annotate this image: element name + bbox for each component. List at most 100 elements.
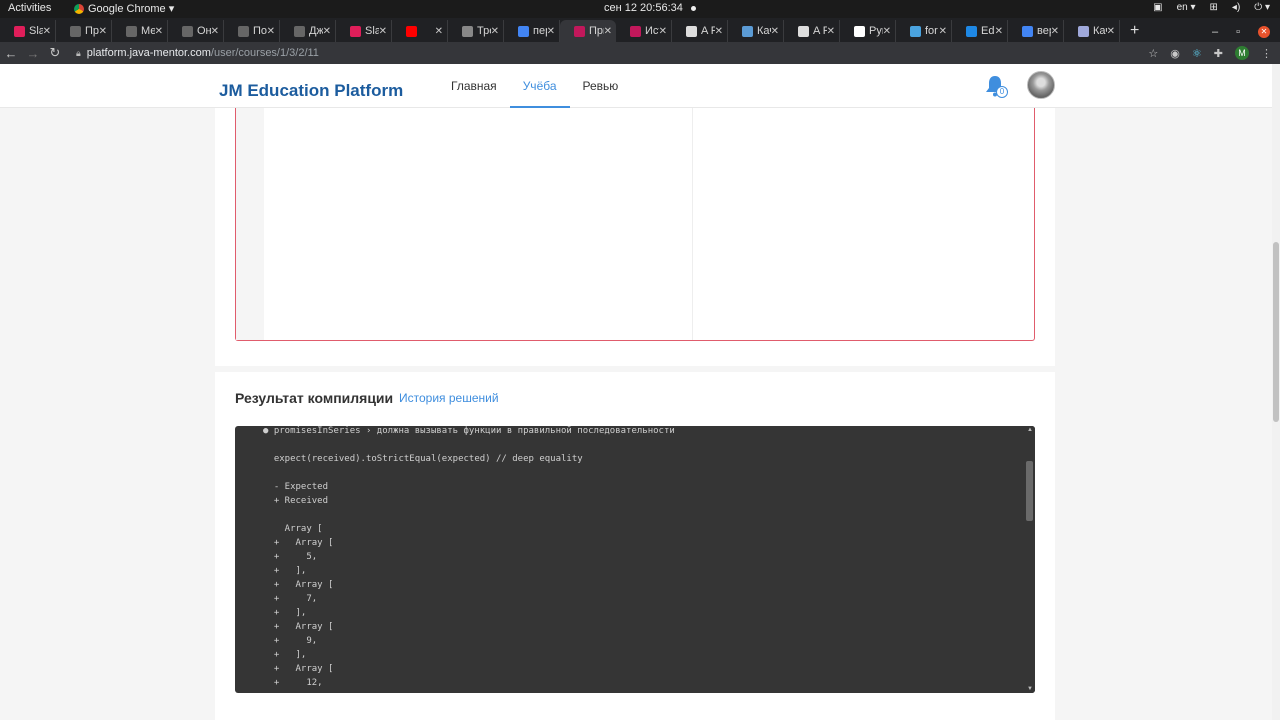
tab-favicon-icon <box>350 25 361 37</box>
tab-close-icon[interactable]: ✕ <box>1051 26 1059 37</box>
nav-item[interactable]: Главная <box>438 64 510 108</box>
browser-tab[interactable]: Edi✕ <box>952 20 1008 42</box>
back-button[interactable]: ← <box>0 46 22 61</box>
menu-kebab-icon[interactable]: ⋮ <box>1261 47 1272 60</box>
page-scrollbar-thumb[interactable] <box>1273 242 1279 422</box>
tab-close-icon[interactable]: ✕ <box>1107 26 1115 37</box>
browser-tab[interactable]: пер✕ <box>504 20 560 42</box>
console-scrollbar-thumb[interactable] <box>1026 461 1033 521</box>
browser-tab[interactable]: Кач✕ <box>728 20 784 42</box>
compile-output-console[interactable]: ● promisesInSeries › должна вызывать фун… <box>235 426 1035 693</box>
browser-tab[interactable]: Дж ✕ <box>280 20 336 42</box>
page-scrollbar[interactable] <box>1272 64 1280 720</box>
tab-close-icon[interactable]: ✕ <box>155 26 163 37</box>
compile-result-title: Результат компиляции <box>235 390 394 406</box>
tab-close-icon[interactable]: ✕ <box>827 26 835 37</box>
language-indicator[interactable]: en ▾ <box>1177 2 1196 13</box>
solution-history-link[interactable]: История решений <box>399 391 499 405</box>
close-window-button[interactable]: ✕ <box>1258 26 1270 38</box>
browser-tab[interactable]: A F ✕ <box>784 20 840 42</box>
nav-item[interactable]: Учёба <box>509 64 570 108</box>
clock-text: сен 12 20:56:34 <box>604 2 683 14</box>
tab-close-icon[interactable]: ✕ <box>547 26 555 37</box>
browser-tab[interactable]: Рук✕ <box>840 20 896 42</box>
notification-tray-icon[interactable]: ▣ <box>1153 2 1162 13</box>
tab-title: Рук <box>869 25 883 37</box>
tab-close-icon[interactable]: ✕ <box>771 26 779 37</box>
tab-close-icon[interactable]: ✕ <box>435 26 443 37</box>
scroll-down-arrow-icon[interactable]: ▼ <box>1027 686 1033 692</box>
profile-avatar[interactable]: M <box>1235 46 1249 60</box>
tab-close-icon[interactable]: ✕ <box>604 26 612 37</box>
reload-button[interactable]: ↻ <box>44 45 66 61</box>
browser-tab[interactable]: Тре✕ <box>448 20 504 42</box>
browser-tab[interactable]: ✕ <box>392 20 448 42</box>
tab-favicon-icon <box>14 25 25 37</box>
browser-tab[interactable]: A F ✕ <box>672 20 728 42</box>
tab-title: for <box>925 25 938 37</box>
tab-close-icon[interactable]: ✕ <box>995 26 1003 37</box>
tab-close-icon[interactable]: ✕ <box>379 26 387 37</box>
site-logo[interactable]: JM Education Platform <box>219 81 403 101</box>
browser-tab[interactable]: Sla ✕ <box>0 20 56 42</box>
star-icon[interactable]: ☆ <box>1148 47 1158 60</box>
tab-favicon-icon <box>462 25 473 37</box>
maximize-button[interactable]: ▫ <box>1236 26 1240 38</box>
tab-close-icon[interactable]: ✕ <box>323 26 331 37</box>
tab-close-icon[interactable]: ✕ <box>267 26 275 37</box>
clock[interactable]: сен 12 20:56:34 <box>604 2 696 14</box>
react-devtools-icon[interactable]: ⚛ <box>1192 47 1202 60</box>
browser-tab[interactable]: Кач✕ <box>1064 20 1120 42</box>
browser-tab[interactable]: При✕ <box>560 20 616 42</box>
browser-tab[interactable]: for ✕ <box>896 20 952 42</box>
minimize-button[interactable]: – <box>1212 26 1218 38</box>
nav-item[interactable]: Ревью <box>570 64 632 108</box>
tab-favicon-icon <box>574 25 585 37</box>
browser-tab[interactable]: Sla ✕ <box>336 20 392 42</box>
console-line: + Array [ <box>263 538 334 548</box>
console-scrollbar[interactable]: ▲ ▼ <box>1025 426 1035 693</box>
app-menu[interactable]: Google Chrome ▾ <box>74 2 174 15</box>
new-tab-button[interactable]: + <box>1130 22 1139 40</box>
browser-tab[interactable]: При✕ <box>56 20 112 42</box>
browser-tab[interactable]: вер✕ <box>1008 20 1064 42</box>
console-line: - Expected <box>263 482 329 492</box>
tab-close-icon[interactable]: ✕ <box>99 26 107 37</box>
console-line: + 9, <box>263 636 318 646</box>
notifications-button[interactable]: 0 <box>985 75 1009 99</box>
browser-tab[interactable]: Ист✕ <box>616 20 672 42</box>
extensions-puzzle-icon[interactable]: ✚ <box>1214 47 1223 60</box>
forward-button[interactable]: → <box>22 46 44 61</box>
tab-close-icon[interactable]: ✕ <box>211 26 219 37</box>
volume-icon[interactable]: ◂) <box>1232 2 1240 13</box>
tab-favicon-icon <box>406 25 417 37</box>
lock-icon[interactable]: 🔒︎ <box>76 48 81 59</box>
browser-toolbar: ← → ↻ 🔒︎ platform.java-mentor.com/user/c… <box>0 42 1280 64</box>
browser-tab[interactable]: По ✕ <box>224 20 280 42</box>
tab-close-icon[interactable]: ✕ <box>883 26 891 37</box>
tab-close-icon[interactable]: ✕ <box>715 26 723 37</box>
tab-title: Sla <box>29 25 43 37</box>
tab-title: A F <box>813 25 827 37</box>
user-avatar[interactable] <box>1027 71 1055 99</box>
tab-close-icon[interactable]: ✕ <box>491 26 499 37</box>
tab-favicon-icon <box>1078 25 1089 37</box>
scroll-up-arrow-icon[interactable]: ▲ <box>1027 427 1033 433</box>
system-tray[interactable]: ▣ en ▾ ⊞ ◂) ⏻ ▾ <box>1153 2 1270 13</box>
console-line: + ], <box>263 608 307 618</box>
activities-button[interactable]: Activities <box>8 2 51 14</box>
browser-tab[interactable]: Он ✕ <box>168 20 224 42</box>
console-line: + 5, <box>263 552 318 562</box>
address-bar[interactable]: 🔒︎ platform.java-mentor.com/user/courses… <box>76 43 1148 63</box>
editor-gutter <box>236 108 264 340</box>
extension-icon[interactable]: ◉ <box>1170 47 1180 60</box>
power-icon[interactable]: ⏻ ▾ <box>1254 2 1270 13</box>
tab-close-icon[interactable]: ✕ <box>939 26 947 37</box>
tab-close-icon[interactable]: ✕ <box>659 26 667 37</box>
network-icon[interactable]: ⊞ <box>1210 2 1218 13</box>
browser-tab[interactable]: Ме ✕ <box>112 20 168 42</box>
tab-close-icon[interactable]: ✕ <box>43 26 51 37</box>
code-editor[interactable] <box>235 108 1035 341</box>
tab-favicon-icon <box>294 25 305 37</box>
